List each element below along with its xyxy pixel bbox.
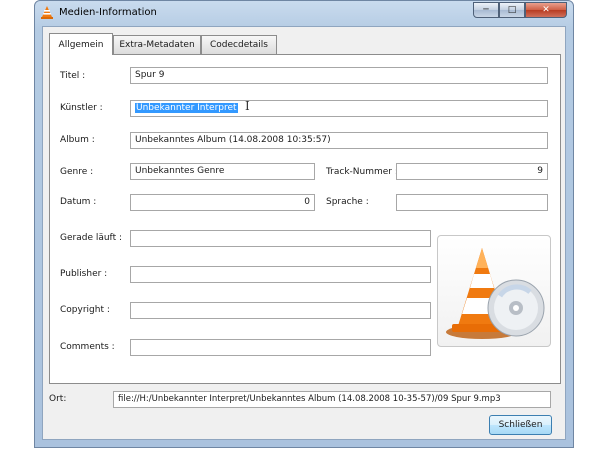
publisher-label: Publisher : <box>60 269 108 279</box>
kuenstler-value-selected: Unbekannter Interpret <box>135 103 238 113</box>
minimize-button[interactable]: ─ <box>473 2 499 18</box>
maximize-button[interactable]: □ <box>499 2 525 18</box>
sprache-field[interactable] <box>396 194 548 211</box>
media-info-window: Medien-Information ─ □ ✕ Allgemein Extra… <box>34 0 574 448</box>
close-icon: ✕ <box>542 5 550 15</box>
titel-field[interactable]: Spur 9 <box>130 67 548 84</box>
text-cursor-icon: I <box>245 99 250 113</box>
tab-codecdetails[interactable]: Codecdetails <box>201 35 277 54</box>
genre-field[interactable]: Unbekanntes Genre <box>130 163 315 180</box>
kuenstler-label: Künstler : <box>60 103 103 113</box>
ort-field[interactable]: file://H:/Unbekannter Interpret/Unbekann… <box>113 391 551 408</box>
datum-field[interactable]: 0 <box>130 194 315 211</box>
track-field[interactable]: 9 <box>396 163 548 180</box>
tab-allgemein[interactable]: Allgemein <box>49 33 113 55</box>
close-window-button[interactable]: ✕ <box>525 2 567 18</box>
vlc-cone-with-cd-icon <box>446 248 545 339</box>
gerade-field[interactable] <box>130 230 431 247</box>
gerade-label: Gerade läuft : <box>60 233 122 243</box>
track-label: Track-Nummer : <box>326 167 398 177</box>
album-field[interactable]: Unbekanntes Album (14.08.2008 10:35:57) <box>130 132 548 149</box>
window-title: Medien-Information <box>59 7 157 18</box>
schliessen-button[interactable]: Schließen <box>489 415 552 435</box>
copyright-label: Copyright : <box>60 305 110 315</box>
vlc-cone-icon <box>41 6 53 19</box>
dialog-client-area: Allgemein Extra-Metadaten Codecdetails T… <box>42 26 566 440</box>
ort-label: Ort: <box>49 394 67 404</box>
genre-label: Genre : <box>60 167 94 177</box>
tab-extra-metadaten[interactable]: Extra-Metadaten <box>113 35 201 54</box>
maximize-icon: □ <box>507 5 517 15</box>
comments-label: Comments : <box>60 342 115 352</box>
datum-label: Datum : <box>60 197 97 207</box>
album-label: Album : <box>60 135 95 145</box>
title-bar[interactable]: Medien-Information ─ □ ✕ <box>35 1 573 26</box>
copyright-field[interactable] <box>130 302 431 319</box>
minimize-icon: ─ <box>483 5 489 15</box>
album-art <box>437 235 551 347</box>
sprache-label: Sprache : <box>326 197 369 207</box>
kuenstler-field[interactable]: Unbekannter Interpret <box>130 100 548 117</box>
comments-field[interactable] <box>130 339 431 356</box>
titel-label: Titel : <box>60 71 86 81</box>
publisher-field[interactable] <box>130 266 431 283</box>
